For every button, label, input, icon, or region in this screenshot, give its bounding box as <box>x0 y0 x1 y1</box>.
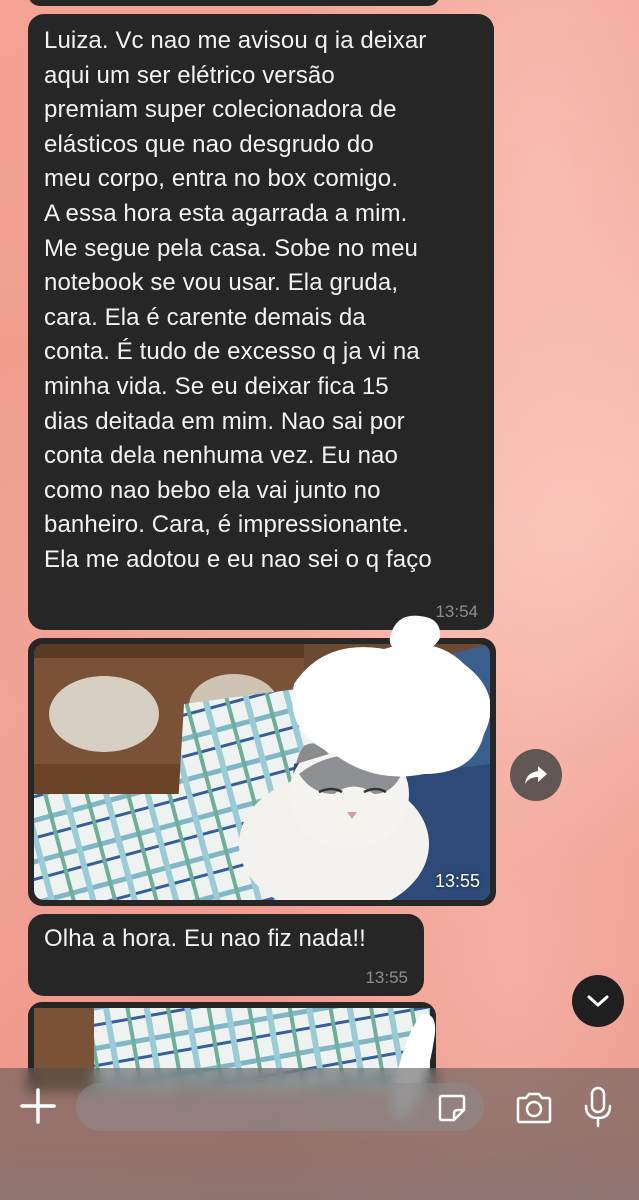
sticker-icon[interactable] <box>436 1092 468 1124</box>
chevron-down-icon <box>587 995 609 1007</box>
previous-message-bubble <box>28 0 440 6</box>
message-text: Olha a hora. Eu nao fiz nada!! <box>44 925 366 952</box>
message-input[interactable] <box>76 1083 484 1131</box>
cat-photo[interactable] <box>34 644 490 900</box>
incoming-text-message[interactable]: Luiza. Vc nao me avisou q ia deixar aqui… <box>28 14 494 630</box>
incoming-photo-message[interactable]: 13:55 <box>28 638 496 906</box>
plus-icon[interactable] <box>18 1086 58 1126</box>
scroll-to-bottom-button[interactable] <box>572 975 624 1027</box>
message-text: Luiza. Vc nao me avisou q ia deixar aqui… <box>44 27 432 573</box>
composer-bottom-area <box>0 1140 639 1200</box>
forward-button[interactable] <box>510 749 562 801</box>
forward-arrow-icon <box>525 766 547 784</box>
photo-timestamp: 13:55 <box>434 871 480 891</box>
message-timestamp: 13:54 <box>435 602 478 621</box>
camera-icon[interactable] <box>514 1090 554 1126</box>
message-timestamp: 13:55 <box>365 968 408 987</box>
microphone-icon[interactable] <box>582 1086 614 1128</box>
incoming-text-message[interactable]: Olha a hora. Eu nao fiz nada!! 13:55 <box>28 914 424 996</box>
